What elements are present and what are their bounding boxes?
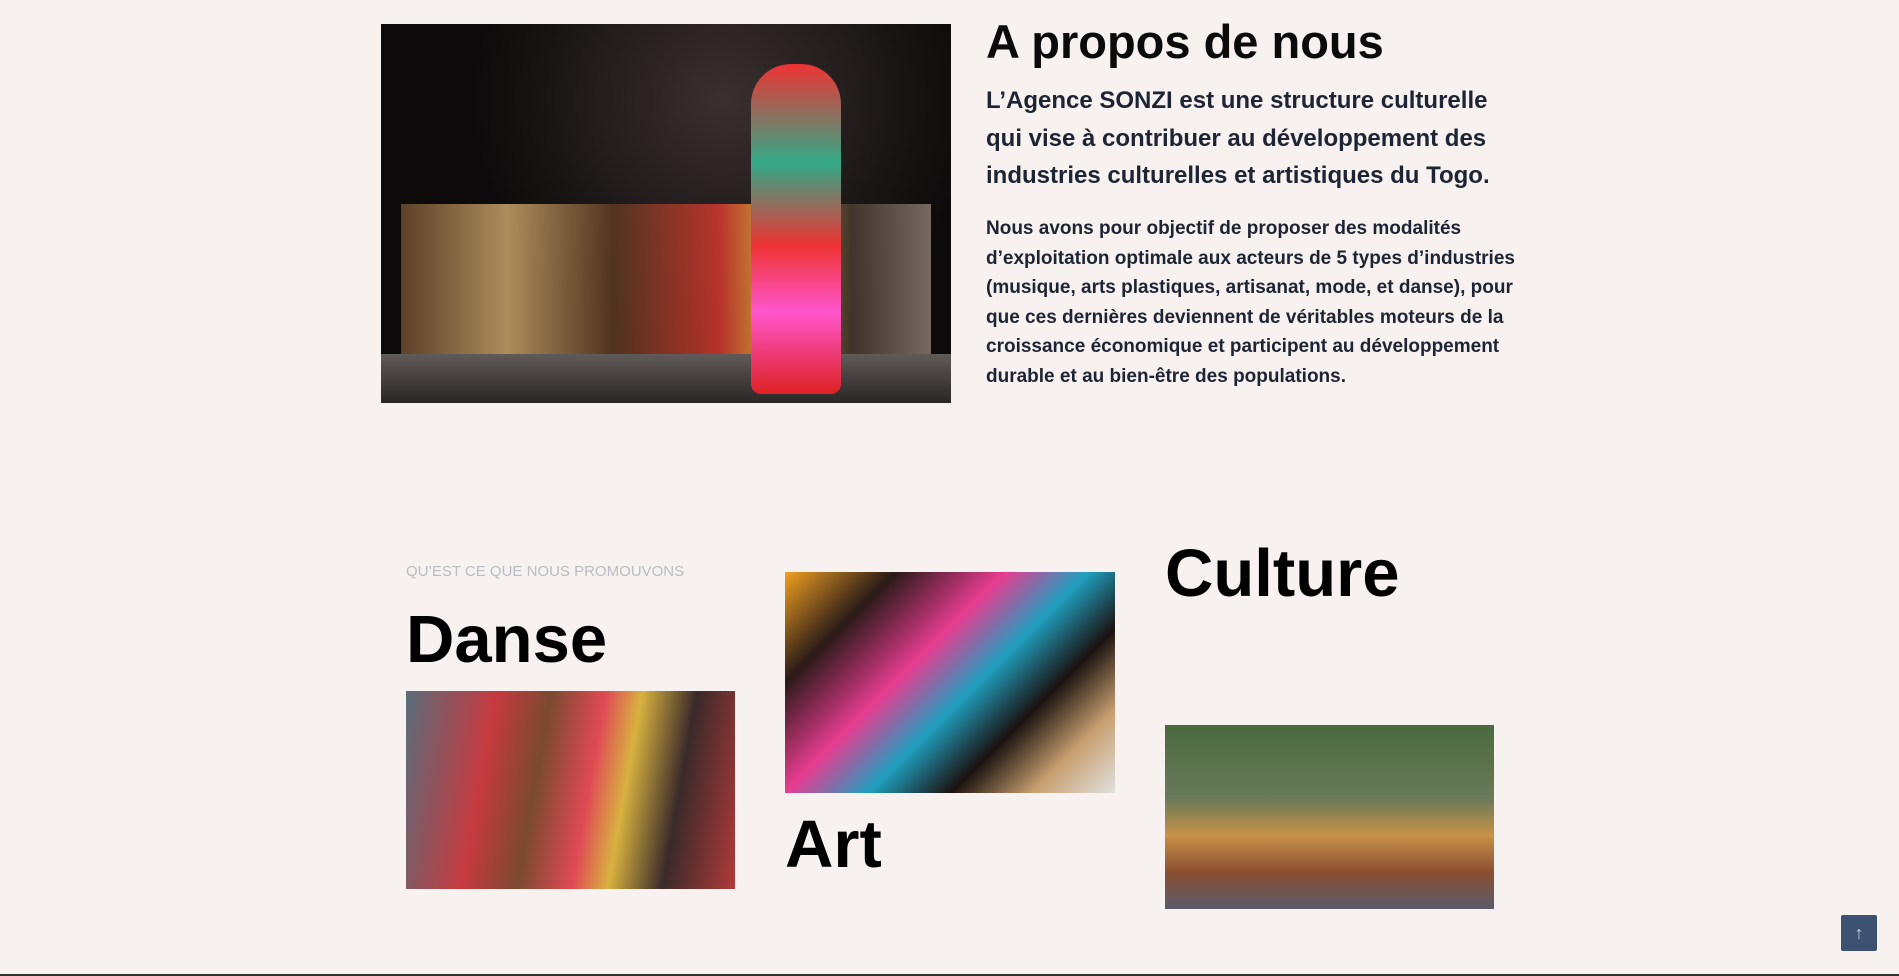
arrow-up-icon: ↑ [1854,922,1864,943]
scroll-to-top-button[interactable]: ↑ [1841,915,1877,951]
about-body: Nous avons pour objectif de proposer des… [986,218,1515,387]
section-eyebrow: QU’EST CE QUE NOUS PROMOUVONS [406,563,685,580]
art-title: Art [785,807,882,882]
art-photo [785,572,1115,793]
danse-title: Danse [406,602,608,677]
danse-photo [406,691,735,889]
musicians-photo [381,24,951,403]
about-heading: A propos de nous [986,15,1384,68]
about-lead: L’Agence SONZI est une structure culture… [986,87,1490,189]
culture-title: Culture [1165,536,1400,611]
culture-photo [1165,725,1494,909]
